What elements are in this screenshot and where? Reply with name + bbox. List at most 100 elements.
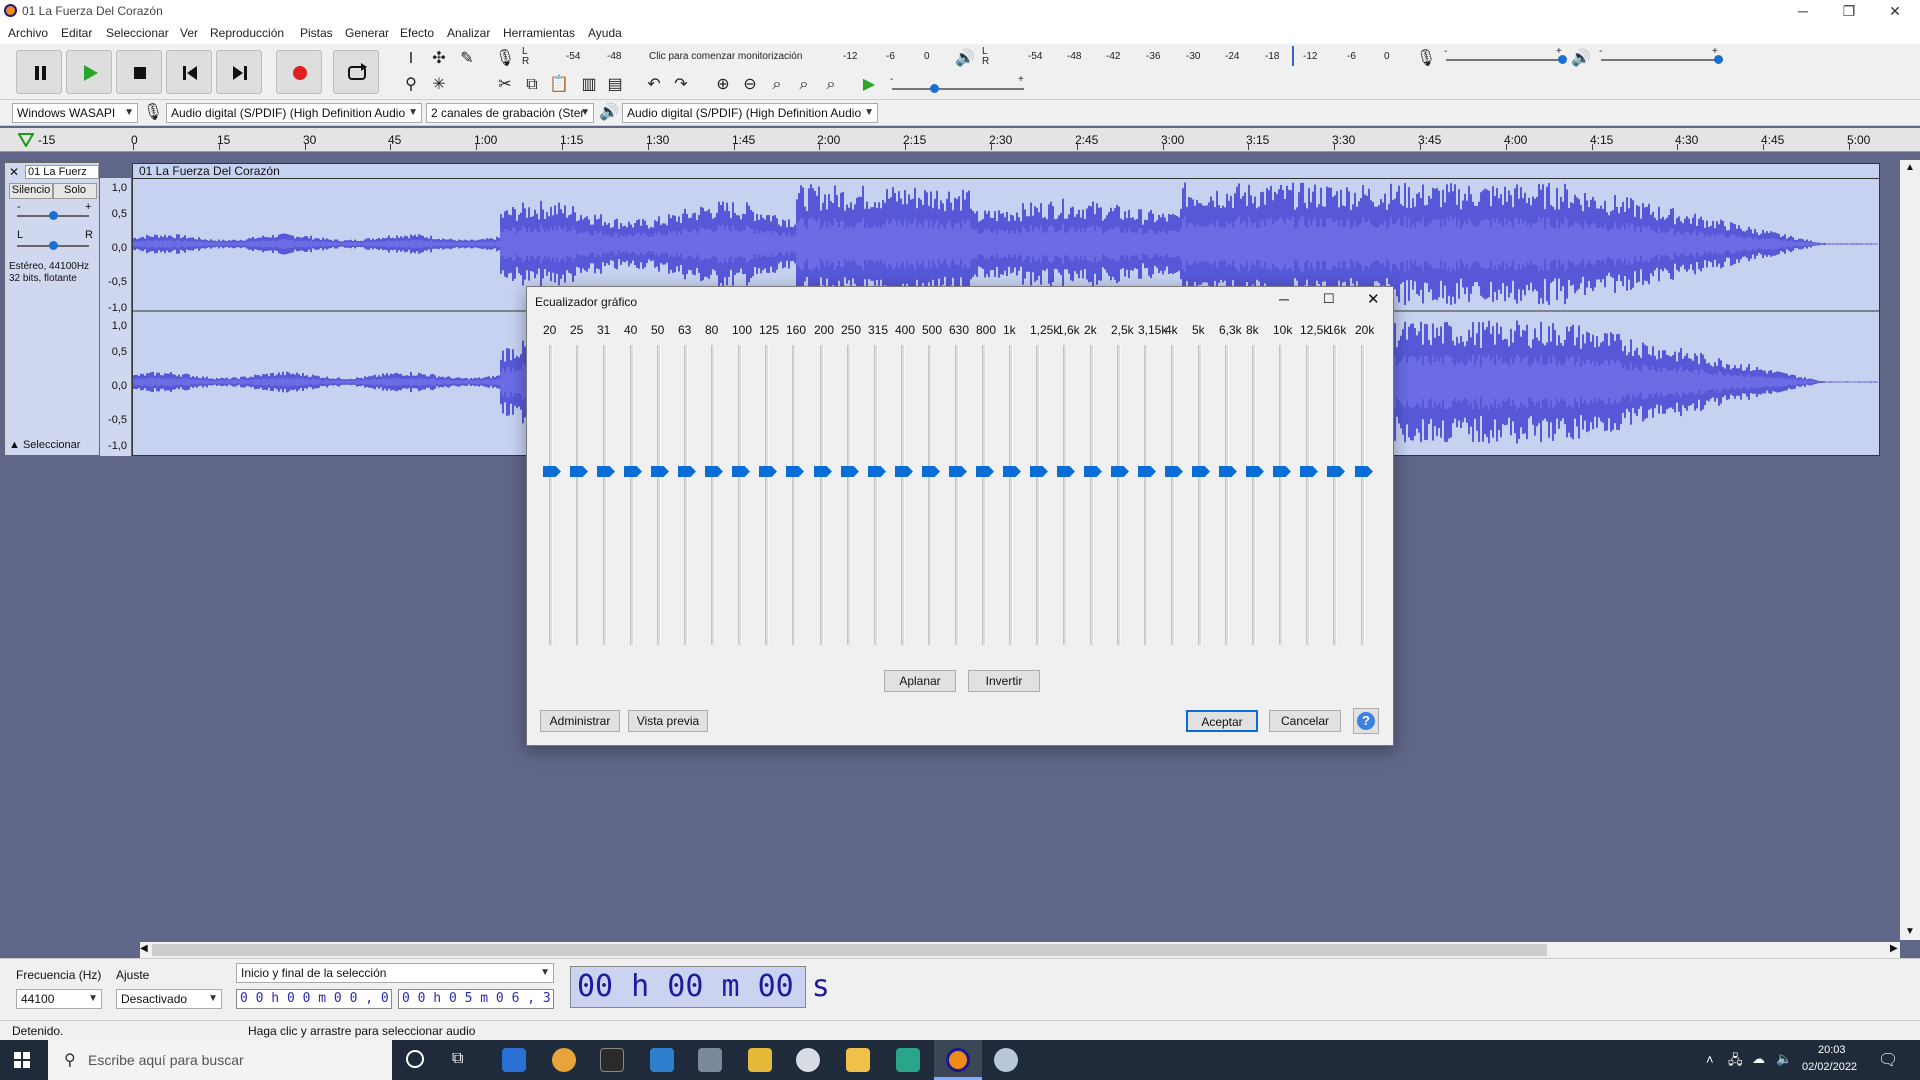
eq-band-slider[interactable] (570, 345, 588, 645)
eq-band-slider[interactable] (976, 345, 994, 645)
fit-project-icon[interactable]: ⌕ (793, 74, 815, 96)
minimize-button[interactable]: ─ (1780, 0, 1826, 22)
eq-band-slider[interactable] (597, 345, 615, 645)
restore-button[interactable]: ❐ (1826, 0, 1872, 22)
eq-band-thumb[interactable] (759, 466, 777, 477)
eq-band-slider[interactable] (678, 345, 696, 645)
eq-band-slider[interactable] (705, 345, 723, 645)
scroll-up-icon[interactable]: ▲ (1905, 162, 1915, 173)
skip-start-button[interactable] (166, 50, 212, 94)
selection-start-time[interactable]: 0 0 h 0 0 m 0 0 , 0 0 0 s (236, 989, 392, 1009)
eq-band-slider[interactable] (786, 345, 804, 645)
menu-generar[interactable]: Generar (345, 26, 389, 40)
eq-band-slider[interactable] (868, 345, 886, 645)
pause-button[interactable] (16, 50, 62, 94)
invert-button[interactable]: Invertir (968, 670, 1040, 692)
eq-band-thumb[interactable] (1003, 466, 1021, 477)
dialog-minimize-icon[interactable]: ─ (1279, 291, 1289, 307)
menu-editar[interactable]: Editar (61, 26, 92, 40)
copy-icon[interactable]: ⧉ (521, 74, 543, 96)
app-icon[interactable] (994, 1048, 1018, 1072)
menu-seleccionar[interactable]: Seleccionar (106, 26, 169, 40)
dialog-close-icon[interactable]: ✕ (1367, 290, 1380, 308)
menu-ver[interactable]: Ver (180, 26, 198, 40)
solo-button[interactable]: Solo (53, 183, 97, 199)
zoom-toggle-icon[interactable]: ⌕ (820, 74, 842, 96)
eq-band-slider[interactable] (895, 345, 913, 645)
recording-device-select[interactable]: Audio digital (S/PDIF) (High Definition … (166, 103, 422, 123)
eq-band-thumb[interactable] (1300, 466, 1318, 477)
notepad-icon[interactable] (846, 1048, 870, 1072)
eq-band-thumb[interactable] (705, 466, 723, 477)
taskbar-search-box[interactable]: Escribe aquí para buscar (48, 1040, 392, 1080)
eq-band-thumb[interactable] (678, 466, 696, 477)
dialog-maximize-icon[interactable]: ☐ (1323, 291, 1335, 307)
ok-button[interactable]: Aceptar (1186, 710, 1258, 732)
playback-volume-slider[interactable] (1601, 59, 1717, 61)
eq-band-slider[interactable] (1165, 345, 1183, 645)
skip-end-button[interactable] (216, 50, 262, 94)
stop-button[interactable] (116, 50, 162, 94)
eq-band-thumb[interactable] (1273, 466, 1291, 477)
eq-band-thumb[interactable] (868, 466, 886, 477)
rec-meter-prompt[interactable]: Clic para comenzar monitorización (649, 51, 802, 62)
selection-tool-icon[interactable]: I (400, 48, 422, 70)
play-speed-thumb[interactable] (930, 84, 939, 93)
mute-button[interactable]: Silencio (9, 183, 53, 199)
menu-analizar[interactable]: Analizar (447, 26, 490, 40)
eq-band-thumb[interactable] (1219, 466, 1237, 477)
eq-band-thumb[interactable] (1030, 466, 1048, 477)
eq-band-thumb[interactable] (1327, 466, 1345, 477)
menu-herramientas[interactable]: Herramientas (503, 26, 575, 40)
7zip-icon[interactable] (600, 1048, 624, 1072)
redo-icon[interactable]: ↷ (670, 74, 692, 96)
eq-band-slider[interactable] (1084, 345, 1102, 645)
scroll-right-icon[interactable]: ▶ (1890, 943, 1898, 954)
project-rate-select[interactable]: 44100 ▼ (16, 989, 102, 1009)
close-button[interactable]: ✕ (1872, 0, 1918, 22)
flatten-button[interactable]: Aplanar (884, 670, 956, 692)
timeline-ruler[interactable]: -15 0 15 30 45 1:00 1:15 1:30 1:45 2:00 2:15 2:30 2… (0, 128, 1920, 152)
zoom-tool-icon[interactable]: ⚲ (400, 74, 422, 96)
eq-band-slider[interactable] (922, 345, 940, 645)
multi-tool-icon[interactable]: ✳ (428, 74, 450, 96)
gain-thumb[interactable] (49, 211, 58, 220)
zoom-in-icon[interactable]: ⊕ (712, 74, 734, 96)
volume-icon[interactable]: 🔈 (1776, 1051, 1792, 1067)
network-icon[interactable]: 🖧 (1728, 1051, 1743, 1073)
scroll-down-icon[interactable]: ▼ (1905, 926, 1915, 937)
eq-band-thumb[interactable] (597, 466, 615, 477)
eq-band-slider[interactable] (1030, 345, 1048, 645)
selection-end-time[interactable]: 0 0 h 0 5 m 0 6 , 3 6 0 s (398, 989, 554, 1009)
eq-band-slider[interactable] (1273, 345, 1291, 645)
eq-band-slider[interactable] (814, 345, 832, 645)
eq-band-thumb[interactable] (814, 466, 832, 477)
eq-band-thumb[interactable] (895, 466, 913, 477)
mic-volume-thumb[interactable] (1558, 55, 1567, 64)
play-speed-slider[interactable] (892, 88, 1024, 90)
cut-icon[interactable]: ✂ (494, 74, 516, 96)
store-icon[interactable] (502, 1048, 526, 1072)
eq-band-thumb[interactable] (732, 466, 750, 477)
eq-band-slider[interactable] (759, 345, 777, 645)
pan-thumb[interactable] (49, 241, 58, 250)
eq-band-slider[interactable] (1355, 345, 1373, 645)
cortana-icon[interactable] (406, 1050, 424, 1068)
eq-band-thumb[interactable] (651, 466, 669, 477)
chrome-icon[interactable] (552, 1048, 576, 1072)
windows-start-icon[interactable] (14, 1052, 30, 1068)
track-select-button[interactable]: ▲ Seleccionar (9, 439, 80, 451)
tray-chevron-icon[interactable]: ˄ (1706, 1052, 1714, 1067)
eq-band-slider[interactable] (1003, 345, 1021, 645)
eq-band-slider[interactable] (1138, 345, 1156, 645)
snap-select[interactable]: Desactivado ▼ (116, 989, 222, 1009)
calculator-icon[interactable] (650, 1048, 674, 1072)
trim-icon[interactable]: ▥ (578, 74, 600, 96)
eq-band-thumb[interactable] (624, 466, 642, 477)
eq-band-thumb[interactable] (1192, 466, 1210, 477)
play-at-speed-icon[interactable]: ▶ (858, 74, 880, 96)
envelope-tool-icon[interactable]: ✣ (428, 48, 450, 70)
help-button[interactable]: ? (1353, 708, 1379, 734)
file-explorer-icon[interactable] (748, 1048, 772, 1072)
eq-band-slider[interactable] (1300, 345, 1318, 645)
